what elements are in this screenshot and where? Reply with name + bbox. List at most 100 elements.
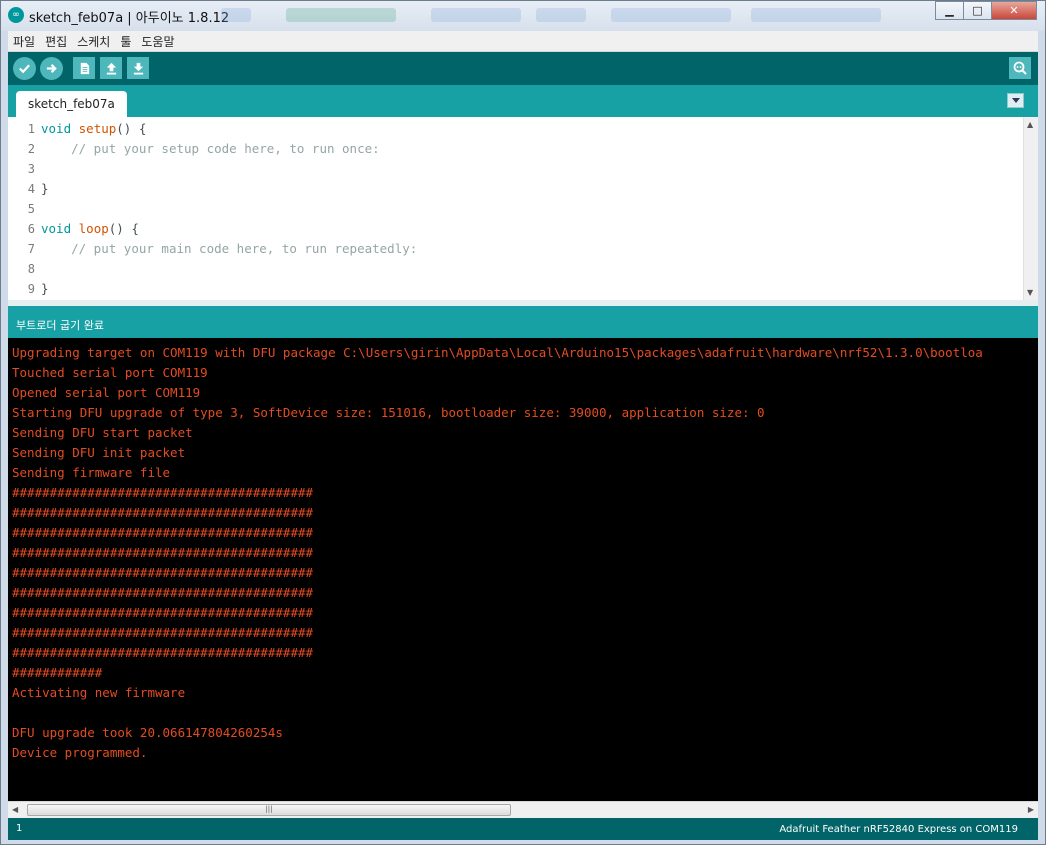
line-number: 7 — [27, 242, 35, 256]
line-number: 3 — [27, 162, 35, 176]
console-line: DFU upgrade took 20.066147804260254s — [12, 725, 283, 740]
line-number: 8 — [27, 262, 35, 276]
status-message: 부트로더 굽기 완료 — [16, 319, 104, 332]
console-line: Starting DFU upgrade of type 3, SoftDevi… — [12, 405, 765, 420]
current-line-number: 1 — [16, 823, 23, 834]
console-line: ######################################## — [12, 545, 314, 560]
code-editor[interactable]: 1 void setup() {2 // put your setup code … — [8, 117, 1038, 300]
window-controls: ▁ □ ✕ — [935, 1, 1037, 20]
upload-button[interactable] — [40, 57, 63, 80]
console-line: Sending DFU init packet — [12, 445, 186, 460]
title-bar: ∞ sketch_feb07a | 아두이노 1.8.12 ▁ □ ✕ — [1, 1, 1045, 31]
code-comment: // put your setup code here, to run once… — [71, 141, 380, 156]
line-number: 6 — [27, 222, 35, 236]
console-line: ######################################## — [12, 605, 314, 620]
code-text: void loop() { — [41, 219, 139, 239]
line-number: 9 — [27, 282, 35, 296]
code-line[interactable]: 3 — [8, 159, 1022, 179]
menu-file[interactable]: 파일 — [8, 33, 40, 50]
open-button[interactable] — [100, 57, 122, 79]
scroll-thumb[interactable]: ||| — [27, 804, 511, 816]
menu-bar: 파일 편집 스케치 툴 도움말 — [8, 31, 1038, 52]
console-line: ######################################## — [12, 645, 314, 660]
console-line: ######################################## — [12, 625, 314, 640]
code-text: } — [41, 179, 49, 199]
code-line[interactable]: 1 void setup() { — [8, 119, 1022, 139]
console-lines: Upgrading target on COM119 with DFU pack… — [8, 338, 1038, 763]
code-line[interactable]: 6 void loop() { — [8, 219, 1022, 239]
serial-monitor-button[interactable] — [1009, 57, 1031, 79]
toolbar — [8, 52, 1038, 85]
code-text: // put your main code here, to run repea… — [41, 239, 417, 259]
function-name: setup — [78, 121, 117, 136]
code-line[interactable]: 9} — [8, 279, 1022, 299]
tab-menu-button[interactable] — [1007, 93, 1024, 108]
code-punct: () { — [116, 121, 147, 136]
code-line[interactable]: 8 — [8, 259, 1022, 279]
console-line: Device programmed. — [12, 745, 148, 760]
console-line: ######################################## — [12, 565, 314, 580]
function-name: loop — [78, 221, 109, 236]
console-line: Touched serial port COM119 — [12, 365, 208, 380]
editor-vertical-scrollbar[interactable]: ▲ ▼ — [1023, 117, 1038, 300]
code-text: void setup() { — [41, 119, 146, 139]
tab-sketch-feb07a[interactable]: sketch_feb07a — [16, 91, 127, 117]
save-icon — [133, 62, 143, 75]
scroll-left-icon[interactable]: ◀ — [12, 805, 18, 814]
console-line: ############ — [12, 665, 103, 680]
console-line: Sending DFU start packet — [12, 425, 193, 440]
background-taskbar-ghost — [751, 8, 881, 22]
chevron-down-icon — [1011, 97, 1020, 103]
background-taskbar-ghost — [536, 8, 586, 22]
scroll-up-icon[interactable]: ▲ — [1027, 120, 1033, 129]
new-button[interactable] — [73, 57, 95, 79]
console-line: Opened serial port COM119 — [12, 385, 201, 400]
code-comment: // put your main code here, to run repea… — [71, 241, 418, 256]
line-number: 2 — [27, 142, 35, 156]
code-text: } — [41, 279, 49, 299]
code-line[interactable]: 2 // put your setup code here, to run on… — [8, 139, 1022, 159]
status-bar: 부트로더 굽기 완료 — [8, 306, 1038, 338]
background-taskbar-ghost — [286, 8, 396, 22]
board-info-bar: 1 Adafruit Feather nRF52840 Express on C… — [8, 818, 1038, 840]
keyword-type: void — [41, 221, 72, 236]
board-port-info: Adafruit Feather nRF52840 Express on COM… — [779, 824, 1018, 835]
line-number: 4 — [27, 182, 35, 196]
save-button[interactable] — [127, 57, 149, 79]
arduino-ide-window: ∞ sketch_feb07a | 아두이노 1.8.12 ▁ □ ✕ 파일 편… — [0, 0, 1046, 845]
maximize-button[interactable]: □ — [963, 1, 992, 20]
code-line[interactable]: 4} — [8, 179, 1022, 199]
code-punct: () { — [108, 221, 139, 236]
tab-bar: sketch_feb07a — [8, 85, 1038, 117]
menu-edit[interactable]: 편집 — [40, 33, 72, 50]
background-taskbar-ghost — [431, 8, 521, 22]
background-taskbar-ghost — [221, 8, 251, 22]
verify-button[interactable] — [13, 57, 36, 80]
scroll-down-icon[interactable]: ▼ — [1027, 288, 1033, 297]
line-number: 5 — [27, 202, 35, 216]
menu-tools[interactable]: 툴 — [115, 33, 136, 50]
open-icon — [106, 62, 116, 75]
menu-sketch[interactable]: 스케치 — [72, 33, 115, 50]
background-taskbar-ghost — [611, 8, 731, 22]
code-punct: } — [41, 281, 49, 296]
console-horizontal-scrollbar[interactable]: ◀ ||| ▶ — [8, 801, 1038, 818]
console-line: ######################################## — [12, 585, 314, 600]
upload-icon — [46, 63, 57, 74]
console-line: ######################################## — [12, 525, 314, 540]
window-title: sketch_feb07a | 아두이노 1.8.12 — [29, 11, 230, 26]
line-number: 1 — [27, 122, 35, 136]
menu-help[interactable]: 도움말 — [136, 33, 179, 50]
console-output[interactable]: Upgrading target on COM119 with DFU pack… — [8, 338, 1038, 801]
close-button[interactable]: ✕ — [991, 1, 1037, 20]
new-icon — [80, 62, 89, 74]
console-line: ######################################## — [12, 505, 314, 520]
code-line[interactable]: 7 // put your main code here, to run rep… — [8, 239, 1022, 259]
scroll-right-icon[interactable]: ▶ — [1028, 805, 1034, 814]
console-line: ######################################## — [12, 485, 314, 500]
code-line[interactable]: 5 — [8, 199, 1022, 219]
minimize-button[interactable]: ▁ — [935, 1, 964, 20]
